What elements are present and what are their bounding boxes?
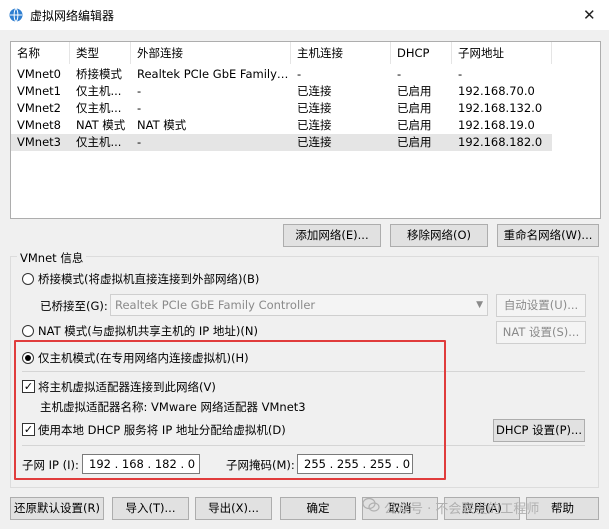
cell-name: VMnet0 — [17, 67, 61, 81]
network-editor-icon — [9, 8, 23, 22]
cell-external: - — [137, 101, 142, 115]
dhcp-settings-button[interactable]: DHCP 设置(P)... — [493, 419, 585, 442]
cell-subnet: 192.168.19.0 — [458, 118, 535, 132]
ok-button[interactable]: 确定 — [280, 497, 356, 520]
cell-name: VMnet1 — [17, 84, 61, 98]
cell-type: 桥接模式 — [76, 67, 122, 81]
chevron-down-icon: ▼ — [476, 300, 483, 310]
add-network-button[interactable]: 添加网络(E)... — [283, 224, 381, 247]
cell-dhcp: 已启用 — [397, 101, 432, 115]
table-row[interactable]: VMnet1 仅主机... - 已连接 已启用 192.168.70.0 — [11, 83, 552, 100]
nat-settings-button[interactable]: NAT 设置(S)... — [496, 321, 586, 344]
table-row[interactable]: VMnet0 桥接模式 Realtek PCIe GbE Family Co..… — [11, 66, 552, 83]
nat-mode-radio[interactable] — [22, 325, 34, 337]
cell-external: - — [137, 84, 142, 98]
bridged-mode-label[interactable]: 桥接模式(将虚拟机直接连接到外部网络)(B) — [38, 271, 259, 287]
network-list[interactable]: 名称 类型 外部连接 主机连接 DHCP 子网地址 VMnet0 桥接模式 Re… — [10, 41, 601, 219]
bridged-to-label: 已桥接至(G): — [40, 299, 108, 313]
nat-mode-label[interactable]: NAT 模式(与虚拟机共享主机的 IP 地址)(N) — [38, 323, 258, 339]
cell-host: 已连接 — [297, 84, 332, 98]
rename-network-button[interactable]: 重命名网络(W)... — [497, 224, 599, 247]
cell-subnet: - — [458, 67, 463, 81]
cell-host: 已连接 — [297, 135, 332, 149]
wechat-icon — [362, 497, 380, 512]
column-header-type[interactable]: 类型 — [70, 42, 131, 64]
cell-name: VMnet2 — [17, 101, 61, 115]
cell-type: 仅主机... — [76, 101, 122, 115]
table-row-selected[interactable]: VMnet3 仅主机... - 已连接 已启用 192.168.182.0 — [11, 134, 552, 151]
column-header-name[interactable]: 名称 — [11, 42, 70, 64]
watermark-text: 公众号 · 不会联发的工程师 — [384, 502, 540, 517]
auto-settings-button[interactable]: 自动设置(U)... — [496, 294, 586, 317]
restore-defaults-button[interactable]: 还原默认设置(R) — [10, 497, 104, 520]
cell-external: Realtek PCIe GbE Family Co... — [137, 67, 291, 81]
cell-external: NAT 模式 — [137, 118, 187, 132]
remove-network-button[interactable]: 移除网络(O) — [390, 224, 488, 247]
cell-dhcp: 已启用 — [397, 135, 432, 149]
cell-type: 仅主机... — [76, 135, 122, 149]
cell-dhcp: 已启用 — [397, 84, 432, 98]
close-icon[interactable]: ✕ — [583, 6, 596, 24]
cell-name: VMnet8 — [17, 118, 61, 132]
column-header-dhcp[interactable]: DHCP — [391, 42, 452, 64]
bridged-mode-radio[interactable] — [22, 273, 34, 285]
bridged-adapter-select[interactable]: Realtek PCIe GbE Family Controller ▼ — [110, 294, 488, 316]
cell-type: NAT 模式 — [76, 118, 126, 132]
cell-host: 已连接 — [297, 101, 332, 115]
table-row[interactable]: VMnet8 NAT 模式 NAT 模式 已连接 已启用 192.168.19.… — [11, 117, 552, 134]
cell-dhcp: - — [397, 67, 402, 81]
highlight-box — [14, 340, 446, 480]
table-row[interactable]: VMnet2 仅主机... - 已连接 已启用 192.168.132.0 — [11, 100, 552, 117]
column-header-external[interactable]: 外部连接 — [131, 42, 291, 64]
cell-external: - — [137, 135, 142, 149]
export-button[interactable]: 导出(X)... — [195, 497, 272, 520]
column-header-host[interactable]: 主机连接 — [291, 42, 391, 64]
cell-type: 仅主机... — [76, 84, 122, 98]
group-title: VMnet 信息 — [17, 250, 87, 266]
column-header-subnet[interactable]: 子网地址 — [452, 42, 552, 64]
cell-subnet: 192.168.182.0 — [458, 135, 543, 149]
cell-host: 已连接 — [297, 118, 332, 132]
bridged-adapter-value: Realtek PCIe GbE Family Controller — [115, 298, 316, 312]
window-title: 虚拟网络编辑器 — [30, 9, 115, 23]
cell-dhcp: 已启用 — [397, 118, 432, 132]
import-button[interactable]: 导入(T)... — [112, 497, 189, 520]
cell-subnet: 192.168.132.0 — [458, 101, 543, 115]
cell-host: - — [297, 67, 302, 81]
cell-subnet: 192.168.70.0 — [458, 84, 535, 98]
cell-name: VMnet3 — [17, 135, 61, 149]
